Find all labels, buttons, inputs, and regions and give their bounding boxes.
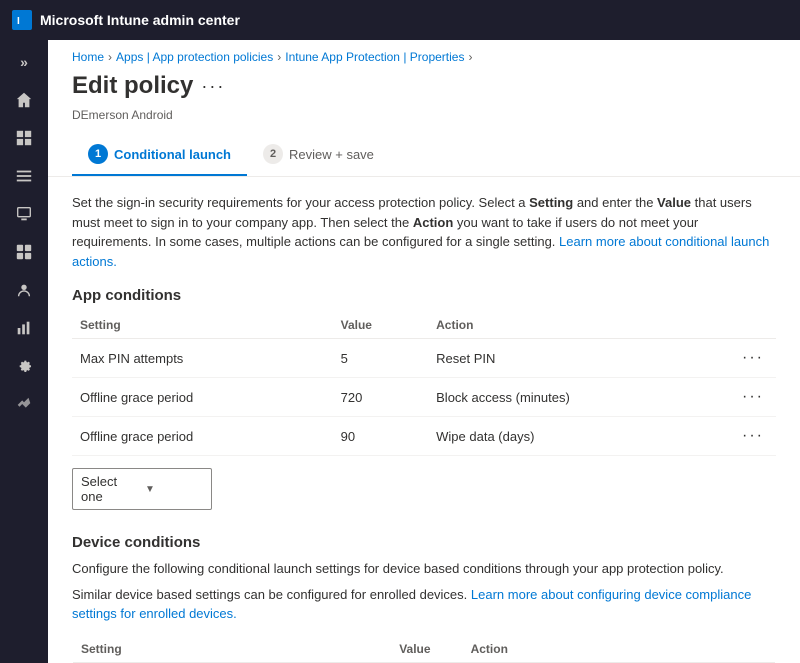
device-conditions-desc2-text: Similar device based settings can be con… [72, 587, 467, 602]
intune-logo-icon: I [12, 10, 32, 30]
device-conditions-title: Device conditions [72, 534, 776, 551]
learn-more-conditional-link[interactable]: Learn more about conditional launch acti… [72, 234, 769, 269]
sidebar-tools[interactable] [4, 386, 44, 422]
dev-col-action: Action [463, 636, 728, 663]
app-conditions-title: App conditions [72, 287, 776, 304]
row3-setting: Offline grace period [72, 417, 333, 456]
row1-action: Reset PIN [428, 339, 730, 378]
row3-value: 90 [333, 417, 429, 456]
tab-conditional-launch[interactable]: 1 Conditional launch [72, 134, 247, 176]
tab2-label: Review + save [289, 147, 374, 162]
breadcrumb-sep1: › [108, 50, 112, 64]
page-header: Edit policy ··· [48, 68, 800, 108]
header-more-button[interactable]: ··· [201, 76, 225, 97]
breadcrumb-sep2: › [277, 50, 281, 64]
app-col-action: Action [428, 312, 730, 339]
top-bar: I Microsoft Intune admin center [0, 0, 800, 40]
row2-value: 720 [333, 378, 429, 417]
row3-more-button[interactable]: ··· [738, 425, 768, 447]
sidebar-apps[interactable] [4, 234, 44, 270]
tabs-container: 1 Conditional launch 2 Review + save [48, 134, 800, 177]
app-col-setting: Setting [72, 312, 333, 339]
device-conditions-table: Setting Value Action Jailbroken/rooted d… [72, 636, 776, 663]
page-description: Set the sign-in security requirements fo… [72, 193, 776, 271]
table-row: Offline grace period 720 Block access (m… [72, 378, 776, 417]
dev-col-value: Value [391, 636, 462, 663]
row2-setting: Offline grace period [72, 378, 333, 417]
tab-review-save[interactable]: 2 Review + save [247, 134, 390, 176]
breadcrumb-apps[interactable]: Apps | App protection policies [116, 50, 273, 64]
page-subtitle: DEmerson Android [48, 108, 800, 134]
sidebar-reports[interactable] [4, 310, 44, 346]
row1-more-button[interactable]: ··· [738, 347, 768, 369]
app-logo: I Microsoft Intune admin center [12, 10, 240, 30]
table-row: Max PIN attempts 5 Reset PIN ··· [72, 339, 776, 378]
dev-col-setting: Setting [73, 636, 391, 663]
app-conditions-select[interactable]: Select one ▼ [72, 468, 212, 510]
sidebar-home[interactable] [4, 82, 44, 118]
app-conditions-table: Setting Value Action Max PIN attempts 5 … [72, 312, 776, 456]
sidebar-expand[interactable]: » [4, 44, 44, 80]
app-title: Microsoft Intune admin center [40, 12, 240, 28]
breadcrumb-sep3: › [468, 50, 472, 64]
device-conditions-desc2: Similar device based settings can be con… [72, 585, 776, 624]
table-row: Offline grace period 90 Wipe data (days)… [72, 417, 776, 456]
svg-text:I: I [17, 16, 20, 27]
device-conditions-desc: Configure the following conditional laun… [72, 559, 776, 579]
row2-more-button[interactable]: ··· [738, 386, 768, 408]
tab1-label: Conditional launch [114, 147, 231, 162]
sidebar-users[interactable] [4, 272, 44, 308]
row1-setting: Max PIN attempts [72, 339, 333, 378]
row1-value: 5 [333, 339, 429, 378]
tab1-num: 1 [88, 144, 108, 164]
row2-action: Block access (minutes) [428, 378, 730, 417]
select-chevron-icon: ▼ [145, 484, 203, 495]
select-placeholder: Select one [81, 474, 139, 504]
breadcrumb: Home › Apps | App protection policies › … [48, 40, 800, 68]
breadcrumb-intune[interactable]: Intune App Protection | Properties [285, 50, 464, 64]
page-title: Edit policy [72, 72, 193, 100]
sidebar-devices[interactable] [4, 196, 44, 232]
content-area: Set the sign-in security requirements fo… [48, 193, 800, 663]
main-content: Home › Apps | App protection policies › … [48, 40, 800, 663]
tab2-num: 2 [263, 144, 283, 164]
sidebar: » [0, 40, 48, 663]
breadcrumb-home[interactable]: Home [72, 50, 104, 64]
sidebar-list[interactable] [4, 158, 44, 194]
sidebar-dashboard[interactable] [4, 120, 44, 156]
app-col-value: Value [333, 312, 429, 339]
row3-action: Wipe data (days) [428, 417, 730, 456]
sidebar-settings[interactable] [4, 348, 44, 384]
